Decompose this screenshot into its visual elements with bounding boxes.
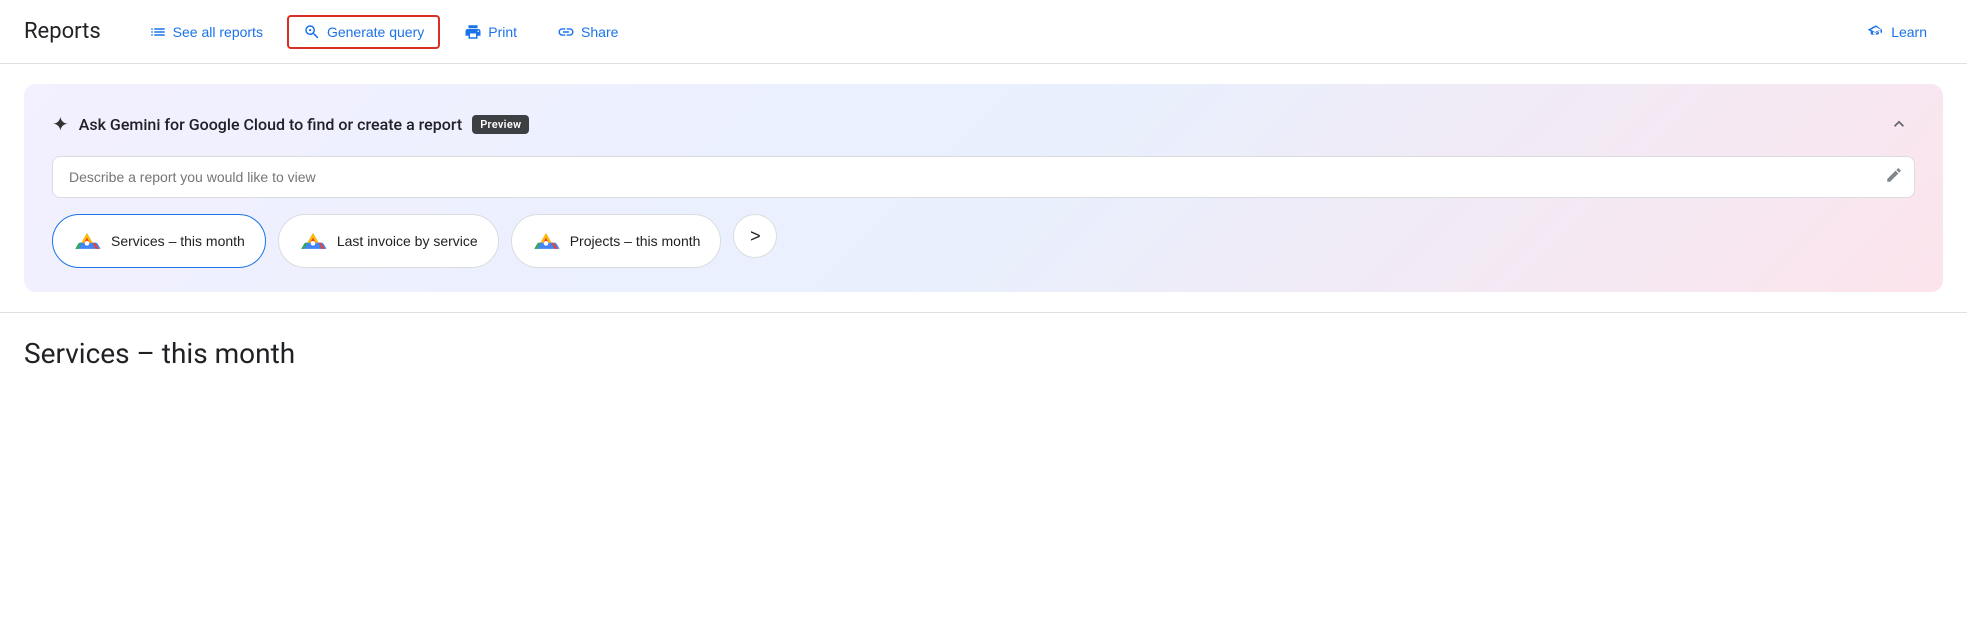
generate-query-button[interactable]: Generate query — [287, 15, 440, 49]
chips-next-button[interactable]: > — [733, 214, 777, 258]
header-nav: See all reports Generate query Print — [133, 15, 992, 49]
gemini-title: Ask Gemini for Google Cloud to find or c… — [79, 115, 462, 134]
page-title: Reports — [24, 19, 101, 44]
gemini-input-row — [52, 156, 1915, 198]
print-button[interactable]: Print — [448, 15, 533, 49]
google-cloud-logo-2 — [299, 227, 327, 255]
section-divider — [0, 312, 1967, 313]
chip-last-invoice[interactable]: Last invoice by service — [278, 214, 499, 268]
section-title: Services – this month — [0, 321, 1967, 378]
gemini-header: ✦ Ask Gemini for Google Cloud to find or… — [52, 108, 1915, 140]
see-all-reports-label: See all reports — [173, 24, 263, 40]
collapse-button[interactable] — [1883, 108, 1915, 140]
gemini-panel: ✦ Ask Gemini for Google Cloud to find or… — [24, 84, 1943, 292]
chip-label-2: Last invoice by service — [337, 233, 478, 249]
edit-icon — [1885, 166, 1903, 188]
chip-services-this-month[interactable]: Services – this month — [52, 214, 266, 268]
learn-label: Learn — [1891, 24, 1927, 40]
chip-label-3: Projects – this month — [570, 233, 701, 249]
sparkle-icon: ✦ — [52, 112, 69, 136]
chevron-right-icon: > — [750, 226, 761, 247]
share-label: Share — [581, 24, 618, 40]
print-label: Print — [488, 24, 517, 40]
print-icon — [464, 23, 482, 41]
list-icon — [149, 23, 167, 41]
gemini-title-row: ✦ Ask Gemini for Google Cloud to find or… — [52, 112, 529, 136]
google-cloud-logo-3 — [532, 227, 560, 255]
chip-label-1: Services – this month — [111, 233, 245, 249]
see-all-reports-button[interactable]: See all reports — [133, 15, 279, 49]
generate-query-label: Generate query — [327, 24, 424, 40]
header: Reports See all reports Generate query — [0, 0, 1967, 64]
chip-projects-this-month[interactable]: Projects – this month — [511, 214, 722, 268]
learn-button[interactable]: Learn — [1851, 15, 1943, 49]
gemini-search-input[interactable] — [52, 156, 1915, 198]
google-cloud-logo — [73, 227, 101, 255]
gemini-input-wrapper — [52, 156, 1915, 198]
share-button[interactable]: Share — [541, 15, 634, 49]
suggestion-chips: Services – this month Last invoice by se… — [52, 214, 1915, 268]
learn-icon — [1867, 23, 1885, 41]
query-icon — [303, 23, 321, 41]
preview-badge: Preview — [472, 115, 529, 134]
share-icon — [557, 23, 575, 41]
